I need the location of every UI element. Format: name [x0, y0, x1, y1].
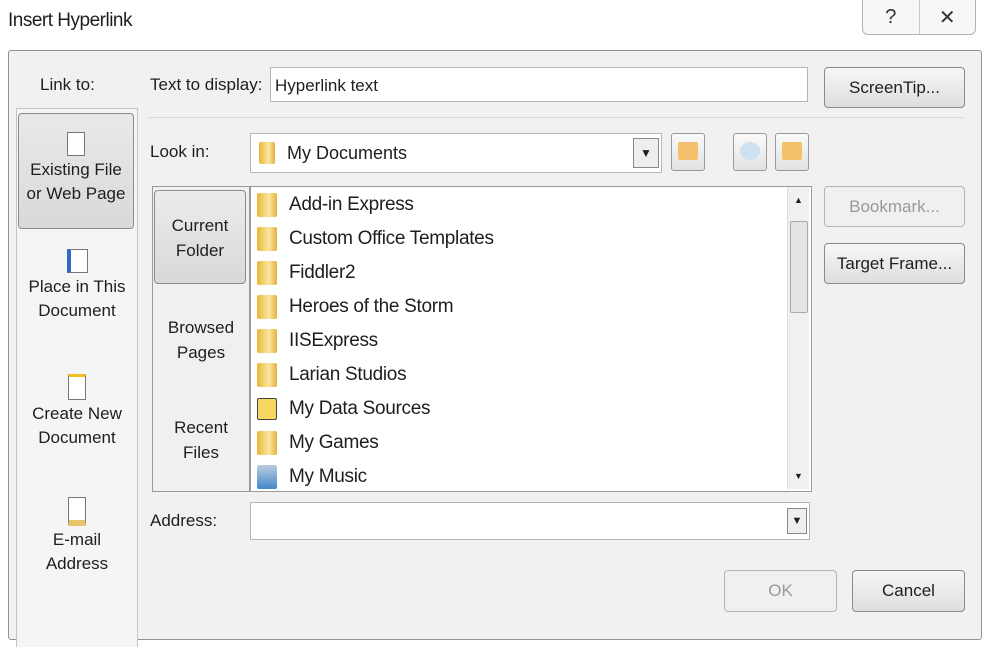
music-folder-icon: [257, 465, 277, 489]
link-to-label: Link to:: [40, 75, 95, 94]
file-name: Custom Office Templates: [289, 228, 494, 249]
link-label: Place in This: [28, 277, 126, 296]
close-button[interactable]: ✕: [920, 0, 976, 34]
folder-icon: [257, 193, 277, 217]
up-one-folder-icon[interactable]: [671, 133, 705, 171]
place-in-document-icon: [66, 249, 88, 273]
browse-web-icon[interactable]: [733, 133, 767, 171]
email-icon: [68, 497, 86, 526]
folder-icon: [257, 431, 277, 455]
nav-browsed-pages[interactable]: Browsed Pages: [153, 315, 249, 365]
file-list-item[interactable]: Fiddler2: [257, 256, 356, 290]
ok-button[interactable]: OK: [724, 570, 837, 612]
link-email-address[interactable]: E-mail Address: [17, 497, 137, 576]
look-in-label: Look in:: [150, 142, 210, 161]
nav-label: Folder: [175, 241, 225, 260]
title-buttons: ? ✕: [862, 0, 976, 35]
target-frame-button[interactable]: Target Frame...: [824, 243, 965, 284]
scroll-up-icon[interactable]: ▲: [788, 195, 809, 205]
folder-icon: [257, 227, 277, 251]
file-list-item[interactable]: IISExpress: [257, 324, 378, 358]
file-name: Larian Studios: [289, 364, 407, 385]
file-name: My Data Sources: [289, 398, 431, 419]
folder-icon: [257, 363, 277, 387]
browse-file-icon[interactable]: [775, 133, 809, 171]
link-existing-file[interactable]: Existing File or Web Page: [18, 113, 134, 229]
link-label: Create New: [32, 404, 122, 423]
folder-icon: [257, 295, 277, 319]
scrollbar[interactable]: ▲ ▼: [787, 187, 809, 489]
scroll-thumb[interactable]: [790, 221, 808, 313]
look-in-dropdown[interactable]: My Documents ▼: [250, 133, 662, 173]
file-name: My Games: [289, 432, 379, 453]
nav-label: Files: [183, 443, 219, 462]
nav-label: Browsed: [167, 318, 235, 337]
text-to-display-input[interactable]: Hyperlink text: [270, 67, 808, 102]
dialog-title: Insert Hyperlink: [8, 10, 133, 31]
screentip-button[interactable]: ScreenTip...: [824, 67, 965, 108]
file-name: Fiddler2: [289, 262, 356, 283]
bookmark-button[interactable]: Bookmark...: [824, 186, 965, 227]
chevron-down-icon[interactable]: ▼: [787, 508, 807, 534]
link-label: E-mail: [52, 530, 102, 549]
file-list-item[interactable]: Heroes of the Storm: [257, 290, 454, 324]
link-label: Document: [38, 301, 116, 320]
file-name: IISExpress: [289, 330, 378, 351]
file-list-item[interactable]: My Music: [257, 460, 367, 491]
nav-current-folder[interactable]: Current Folder: [154, 190, 246, 284]
web-page-icon: [67, 132, 85, 156]
file-list[interactable]: Add-in Express Custom Office Templates Fid…: [250, 186, 812, 492]
folder-icon: [257, 329, 277, 353]
link-label: Existing File: [30, 160, 122, 179]
address-input[interactable]: ▼: [250, 502, 810, 540]
file-list-item[interactable]: Custom Office Templates: [257, 222, 494, 256]
text-to-display-label: Text to display:: [150, 75, 263, 94]
data-sources-folder-icon: [257, 398, 277, 420]
link-label: or Web Page: [26, 184, 126, 203]
browse-nav: Current Folder Browsed Pages Recent Files: [152, 186, 250, 492]
file-name: My Music: [289, 466, 367, 487]
help-button[interactable]: ?: [863, 0, 920, 34]
nav-recent-files[interactable]: Recent Files: [153, 415, 249, 465]
nav-label: Pages: [176, 343, 226, 362]
address-label: Address:: [150, 511, 218, 530]
nav-label: Current: [171, 216, 229, 235]
file-name: Heroes of the Storm: [289, 296, 454, 317]
file-list-item[interactable]: Add-in Express: [257, 188, 414, 222]
link-place-in-document[interactable]: Place in This Document: [17, 249, 137, 323]
link-to-bar: Existing File or Web Page Place in This …: [16, 108, 138, 647]
folder-icon: [257, 261, 277, 285]
look-in-value: My Documents: [287, 142, 408, 163]
file-list-item[interactable]: Larian Studios: [257, 358, 407, 392]
link-create-new-document[interactable]: Create New Document: [17, 374, 137, 450]
scroll-down-icon[interactable]: ▼: [788, 471, 809, 481]
new-document-icon: [68, 374, 86, 400]
documents-folder-icon: [259, 142, 275, 164]
cancel-button[interactable]: Cancel: [852, 570, 965, 612]
file-list-item[interactable]: My Data Sources: [257, 392, 431, 426]
link-label: Address: [45, 554, 109, 573]
nav-label: Recent: [174, 418, 228, 437]
file-name: Add-in Express: [289, 194, 414, 215]
chevron-down-icon[interactable]: ▼: [633, 138, 659, 168]
separator: [148, 117, 964, 118]
link-label: Document: [38, 428, 116, 447]
file-list-item[interactable]: My Games: [257, 426, 379, 460]
